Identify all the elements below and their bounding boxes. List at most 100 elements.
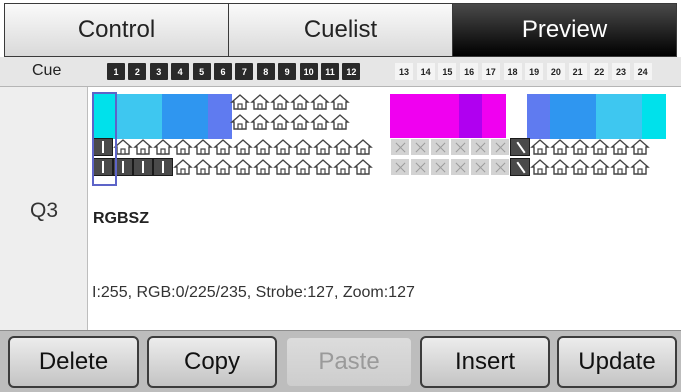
insert-button[interactable]: Insert [420,336,550,388]
cue-number-21[interactable]: 21 [568,63,587,80]
empty-channel-icon[interactable] [470,138,490,156]
dimmer-icon[interactable] [153,158,173,176]
house-icon[interactable] [630,138,650,156]
house-icon[interactable] [133,138,153,156]
house-icon[interactable] [293,158,313,176]
color-swatch-right-b-2[interactable] [550,94,574,139]
color-swatch-right-a-5[interactable] [482,94,506,139]
cue-number-16[interactable]: 16 [460,63,479,80]
tab-preview[interactable]: Preview [453,4,676,56]
house-icon[interactable] [153,138,173,156]
empty-channel-icon[interactable] [470,158,490,176]
cue-number-22[interactable]: 22 [590,63,609,80]
cue-number-11[interactable]: 11 [321,63,339,80]
house-icon[interactable] [333,138,353,156]
house-icon[interactable] [550,138,570,156]
house-icon[interactable] [213,158,233,176]
cue-number-14[interactable]: 14 [416,63,435,80]
cue-number-8[interactable]: 8 [256,63,275,80]
house-icon[interactable] [270,93,290,111]
empty-channel-icon[interactable] [410,138,430,156]
house-icon[interactable] [313,138,333,156]
update-button[interactable]: Update [557,336,677,388]
color-swatch-left-3[interactable] [139,94,163,139]
house-icon[interactable] [273,158,293,176]
house-icon[interactable] [330,93,350,111]
house-icon[interactable] [590,138,610,156]
house-icon[interactable] [530,158,550,176]
house-icon[interactable] [290,93,310,111]
house-icon[interactable] [310,113,330,131]
house-icon[interactable] [253,158,273,176]
color-swatch-right-b-6[interactable] [642,94,666,139]
cue-number-17[interactable]: 17 [481,63,500,80]
cue-number-15[interactable]: 15 [438,63,457,80]
house-icon[interactable] [293,138,313,156]
house-icon[interactable] [630,158,650,176]
cue-number-10[interactable]: 10 [299,63,318,80]
house-icon[interactable] [273,138,293,156]
empty-channel-icon[interactable] [390,138,410,156]
house-icon[interactable] [570,158,590,176]
house-icon[interactable] [233,138,253,156]
house-icon[interactable] [230,93,250,111]
house-icon[interactable] [313,158,333,176]
tab-control[interactable]: Control [5,4,229,56]
house-icon[interactable] [610,158,630,176]
house-icon[interactable] [353,158,373,176]
cue-number-4[interactable]: 4 [171,63,190,80]
empty-channel-icon[interactable] [450,138,470,156]
copy-button[interactable]: Copy [147,336,277,388]
house-icon[interactable] [173,138,193,156]
house-icon[interactable] [193,138,213,156]
house-icon[interactable] [353,138,373,156]
house-icon[interactable] [610,138,630,156]
house-icon[interactable] [590,158,610,176]
house-icon[interactable] [550,158,570,176]
cue-number-13[interactable]: 13 [395,63,413,80]
color-swatch-right-b-3[interactable] [573,94,597,139]
empty-channel-icon[interactable] [450,158,470,176]
house-icon[interactable] [310,93,330,111]
cue-number-7[interactable]: 7 [235,63,254,80]
gauge-icon[interactable] [510,138,530,156]
house-icon[interactable] [230,113,250,131]
cue-number-6[interactable]: 6 [214,63,232,80]
color-swatch-right-a-1[interactable] [390,94,414,139]
empty-channel-icon[interactable] [490,138,510,156]
cue-number-1[interactable]: 1 [107,63,125,80]
dimmer-icon[interactable] [133,158,153,176]
color-swatch-left-2[interactable] [116,94,140,139]
house-icon[interactable] [270,113,290,131]
empty-channel-icon[interactable] [390,158,410,176]
tab-cuelist[interactable]: Cuelist [229,4,453,56]
empty-channel-icon[interactable] [490,158,510,176]
house-icon[interactable] [530,138,550,156]
house-icon[interactable] [250,93,270,111]
house-icon[interactable] [213,138,233,156]
house-icon[interactable] [570,138,590,156]
house-icon[interactable] [233,158,253,176]
color-swatch-right-b-1[interactable] [527,94,551,139]
empty-channel-icon[interactable] [430,158,450,176]
house-icon[interactable] [173,158,193,176]
color-swatch-right-a-4[interactable] [459,94,483,139]
house-icon[interactable] [193,158,213,176]
empty-channel-icon[interactable] [430,138,450,156]
color-swatch-right-b-4[interactable] [596,94,620,139]
cue-number-9[interactable]: 9 [278,63,297,80]
house-icon[interactable] [290,113,310,131]
cue-number-18[interactable]: 18 [503,63,522,80]
color-swatch-left-5[interactable] [185,94,209,139]
paste-button[interactable]: Paste [285,336,413,388]
house-icon[interactable] [253,138,273,156]
delete-button[interactable]: Delete [8,336,139,388]
color-swatch-right-a-3[interactable] [436,94,460,139]
color-swatch-right-a-2[interactable] [413,94,437,139]
cue-number-20[interactable]: 20 [546,63,565,80]
house-icon[interactable] [330,113,350,131]
cue-number-23[interactable]: 23 [612,63,630,80]
cue-number-12[interactable]: 12 [342,63,361,80]
color-swatch-left-4[interactable] [162,94,186,139]
cue-number-19[interactable]: 19 [525,63,544,80]
